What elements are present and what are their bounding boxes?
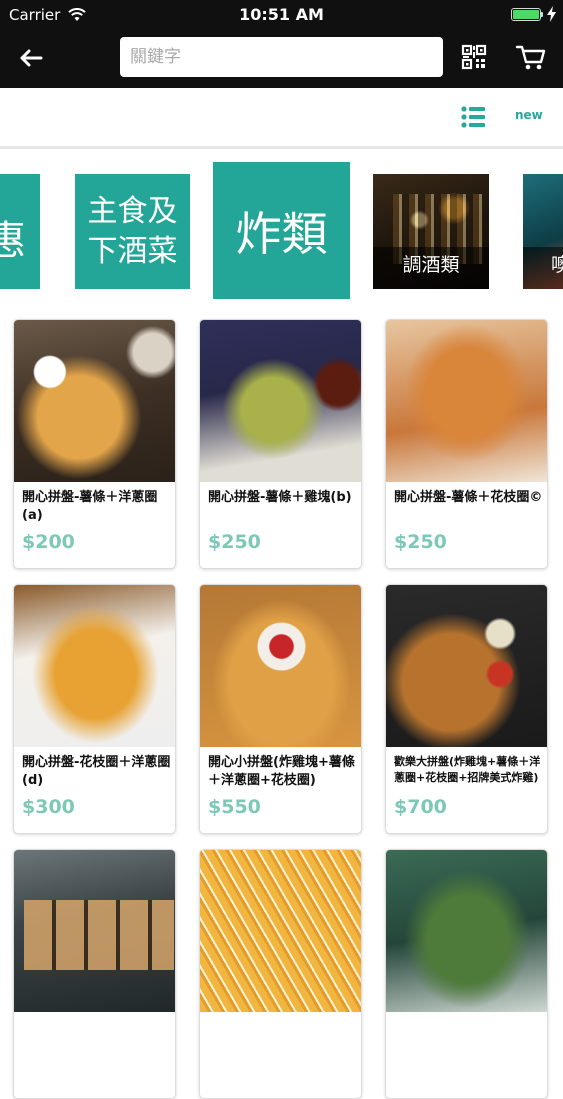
product-photo bbox=[386, 320, 547, 482]
product-card[interactable] bbox=[385, 849, 548, 1099]
product-name: 開心拼盤-薯條＋雞塊(b) bbox=[208, 490, 352, 505]
product-card[interactable]: 歡樂大拼盤(炸雞塊+薯條＋洋蔥圈+花枝圈+招牌美式炸雞) $700 bbox=[385, 584, 548, 834]
shopping-cart-icon bbox=[515, 45, 546, 70]
category-label-line-2: 下酒菜 bbox=[87, 233, 178, 269]
list-view-button[interactable] bbox=[461, 106, 485, 128]
battery-tip bbox=[541, 12, 543, 17]
top-bar: Carrier 10:51 AM bbox=[0, 0, 563, 88]
product-photo bbox=[200, 585, 361, 747]
product-photo bbox=[386, 850, 547, 1012]
product-name: 開心拼盤-薯條＋洋蔥圈(a) bbox=[22, 490, 158, 523]
new-sort-button[interactable]: new bbox=[515, 108, 543, 122]
product-name: 開心拼盤-花枝圈＋洋蔥圈(d) bbox=[22, 755, 171, 788]
arrow-left-icon bbox=[20, 49, 43, 67]
product-price: $250 bbox=[394, 531, 447, 553]
search-box[interactable] bbox=[120, 37, 443, 77]
product-photo bbox=[14, 850, 175, 1012]
category-label: 惠 bbox=[0, 218, 26, 264]
category-label: 噢 bbox=[551, 254, 563, 276]
product-photo bbox=[200, 850, 361, 1012]
product-name: 歡樂大拼盤(炸雞塊+薯條＋洋蔥圈+花枝圈+招牌美式炸雞) bbox=[394, 755, 541, 784]
product-card[interactable]: 開心拼盤-花枝圈＋洋蔥圈(d) $300 bbox=[13, 584, 176, 834]
back-button[interactable] bbox=[16, 44, 48, 72]
category-next[interactable]: 噢 bbox=[523, 174, 563, 289]
category-label: 主食及 下酒菜 bbox=[88, 192, 178, 272]
qr-scan-button[interactable] bbox=[460, 43, 488, 71]
product-card[interactable]: 開心拼盤-薯條＋花枝圈© $250 bbox=[385, 319, 548, 569]
product-photo bbox=[386, 585, 547, 747]
category-label-line-1: 主食及 bbox=[87, 193, 178, 229]
product-name: 開心拼盤-薯條＋花枝圈© bbox=[394, 490, 543, 505]
product-card[interactable] bbox=[13, 849, 176, 1099]
product-price: $550 bbox=[208, 796, 261, 818]
product-price: $250 bbox=[208, 531, 261, 553]
product-price: $700 bbox=[394, 796, 447, 818]
category-fried-selected[interactable]: 炸類 bbox=[213, 162, 350, 299]
product-price: $300 bbox=[22, 796, 75, 818]
qr-code-icon bbox=[461, 44, 487, 70]
toolbar-divider bbox=[0, 146, 563, 149]
status-bar: Carrier 10:51 AM bbox=[0, 0, 563, 30]
category-discount[interactable]: 惠 bbox=[0, 174, 40, 289]
category-label: 炸類 bbox=[235, 206, 328, 261]
product-price: $200 bbox=[22, 531, 75, 553]
product-photo bbox=[14, 585, 175, 747]
product-name: 開心小拼盤(炸雞塊+薯條＋洋蔥圈+花枝圈) bbox=[208, 755, 355, 788]
battery-level bbox=[513, 10, 539, 19]
product-photo bbox=[200, 320, 361, 482]
charging-bolt-icon bbox=[547, 6, 556, 26]
category-cocktails[interactable]: 調酒類 bbox=[373, 174, 489, 289]
product-photo bbox=[14, 320, 175, 482]
battery-icon bbox=[511, 8, 541, 21]
cart-button[interactable] bbox=[514, 42, 548, 72]
search-input[interactable] bbox=[120, 37, 440, 77]
product-card[interactable]: 開心拼盤-薯條＋洋蔥圈(a) $200 bbox=[13, 319, 176, 569]
category-mains-snacks[interactable]: 主食及 下酒菜 bbox=[75, 174, 190, 289]
clock: 10:51 AM bbox=[239, 5, 324, 24]
product-card[interactable]: 開心小拼盤(炸雞塊+薯條＋洋蔥圈+花枝圈) $550 bbox=[199, 584, 362, 834]
list-view-icon bbox=[461, 106, 485, 128]
product-card[interactable]: 開心拼盤-薯條＋雞塊(b) $250 bbox=[199, 319, 362, 569]
category-label: 調酒類 bbox=[402, 254, 460, 276]
product-card[interactable] bbox=[199, 849, 362, 1099]
